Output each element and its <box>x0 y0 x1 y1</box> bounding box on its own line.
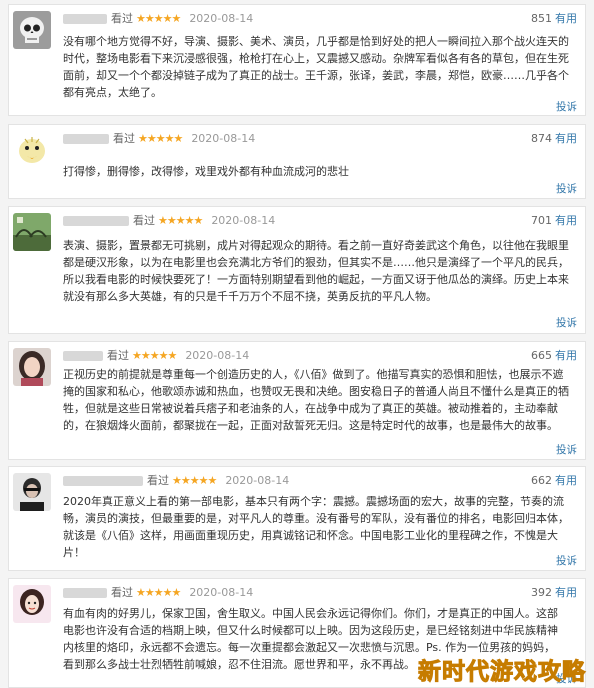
avatar-cartoon[interactable] <box>13 131 51 169</box>
review-card: 看过 ★★★★★ 2020-08-14 665 有用 正视历史的前提就是尊重每一个创造… <box>8 341 586 460</box>
report-button[interactable]: 投诉 <box>556 442 577 457</box>
rating-stars: ★★★★★ <box>172 474 217 487</box>
avatar-portrait[interactable] <box>13 473 51 511</box>
report-button[interactable]: 投诉 <box>556 553 577 568</box>
useful-button[interactable]: 有用 <box>555 474 577 487</box>
avatar-skull[interactable] <box>13 11 51 49</box>
review-card: 看过 ★★★★★ 2020-08-14 874 有用 打得惨，删得惨，改得惨，戏里戏外… <box>8 124 586 199</box>
vote-area: 874 有用 <box>531 131 577 147</box>
review-header: 看过 ★★★★★ 2020-08-14 <box>63 585 253 601</box>
avatar-landscape[interactable] <box>13 213 51 251</box>
review-text: 表演、摄影，置景都无可挑剔，成片对得起观众的期待。看之前一直好奇姜武这个角色，以… <box>63 239 569 303</box>
rating-stars: ★★★★★ <box>138 132 183 145</box>
useful-button[interactable]: 有用 <box>555 586 577 599</box>
username-blurred[interactable] <box>63 351 103 361</box>
vote-area: 665 有用 <box>531 348 577 364</box>
review-text: 正视历史的前提就是尊重每一个创造历史的人，《八佰》做到了。他描写真实的恐惧和胆怯… <box>63 368 569 432</box>
rating-stars: ★★★★★ <box>158 214 203 227</box>
username-blurred[interactable] <box>63 216 129 226</box>
avatar-woman[interactable] <box>13 348 51 386</box>
vote-count: 701 <box>531 214 552 227</box>
review-header: 看过 ★★★★★ 2020-08-14 <box>63 11 253 27</box>
watched-label: 看过 <box>133 214 155 227</box>
watched-label: 看过 <box>111 12 133 25</box>
review-text: 2020年真正意义上看的第一部电影，基本只有两个字：震撼。震撼场面的宏大，故事的… <box>63 495 569 559</box>
review-header: 看过 ★★★★★ 2020-08-14 <box>63 473 289 489</box>
watched-label: 看过 <box>113 132 135 145</box>
useful-button[interactable]: 有用 <box>555 12 577 25</box>
vote-area: 662 有用 <box>531 473 577 489</box>
review-card: 看过 ★★★★★ 2020-08-14 851 有用 没有哪个地方觉得不好，导演、摄影… <box>8 4 586 116</box>
report-button[interactable]: 投诉 <box>556 181 577 196</box>
vote-area: 392 有用 <box>531 585 577 601</box>
review-card: 看过 ★★★★★ 2020-08-14 701 有用 表演、摄影，置景都无可挑剔，成片… <box>8 206 586 334</box>
watched-label: 看过 <box>111 586 133 599</box>
avatar-girl[interactable] <box>13 585 51 623</box>
site-watermark: 新时代游戏攻略 <box>418 659 586 686</box>
review-header: 看过 ★★★★★ 2020-08-14 <box>63 213 275 229</box>
vote-area: 851 有用 <box>531 11 577 27</box>
rating-stars: ★★★★★ <box>132 349 177 362</box>
rating-stars: ★★★★★ <box>136 12 181 25</box>
review-text: 打得惨，删得惨，改得惨，戏里戏外都有种血流成河的悲壮 <box>63 165 349 178</box>
review-date: 2020-08-14 <box>211 214 276 227</box>
review-date: 2020-08-14 <box>185 349 250 362</box>
vote-area: 701 有用 <box>531 213 577 229</box>
username-blurred[interactable] <box>63 14 107 24</box>
useful-button[interactable]: 有用 <box>555 349 577 362</box>
vote-count: 662 <box>531 474 552 487</box>
review-date: 2020-08-14 <box>189 586 254 599</box>
review-date: 2020-08-14 <box>191 132 256 145</box>
review-date: 2020-08-14 <box>189 12 254 25</box>
watched-label: 看过 <box>147 474 169 487</box>
review-date: 2020-08-14 <box>225 474 290 487</box>
vote-count: 392 <box>531 586 552 599</box>
review-header: 看过 ★★★★★ 2020-08-14 <box>63 131 255 147</box>
useful-button[interactable]: 有用 <box>555 132 577 145</box>
vote-count: 665 <box>531 349 552 362</box>
username-blurred[interactable] <box>63 476 143 486</box>
username-blurred[interactable] <box>63 134 109 144</box>
vote-count: 851 <box>531 12 552 25</box>
report-button[interactable]: 投诉 <box>556 315 577 330</box>
useful-button[interactable]: 有用 <box>555 214 577 227</box>
review-header: 看过 ★★★★★ 2020-08-14 <box>63 348 249 364</box>
rating-stars: ★★★★★ <box>136 586 181 599</box>
review-text: 没有哪个地方觉得不好，导演、摄影、美术、演员，几乎都是恰到好处的把人一瞬间拉入那… <box>63 35 569 99</box>
review-card: 看过 ★★★★★ 2020-08-14 662 有用 2020年真正意义上看的第一部电… <box>8 466 586 571</box>
username-blurred[interactable] <box>63 588 107 598</box>
vote-count: 874 <box>531 132 552 145</box>
report-button[interactable]: 投诉 <box>556 99 577 114</box>
watched-label: 看过 <box>107 349 129 362</box>
